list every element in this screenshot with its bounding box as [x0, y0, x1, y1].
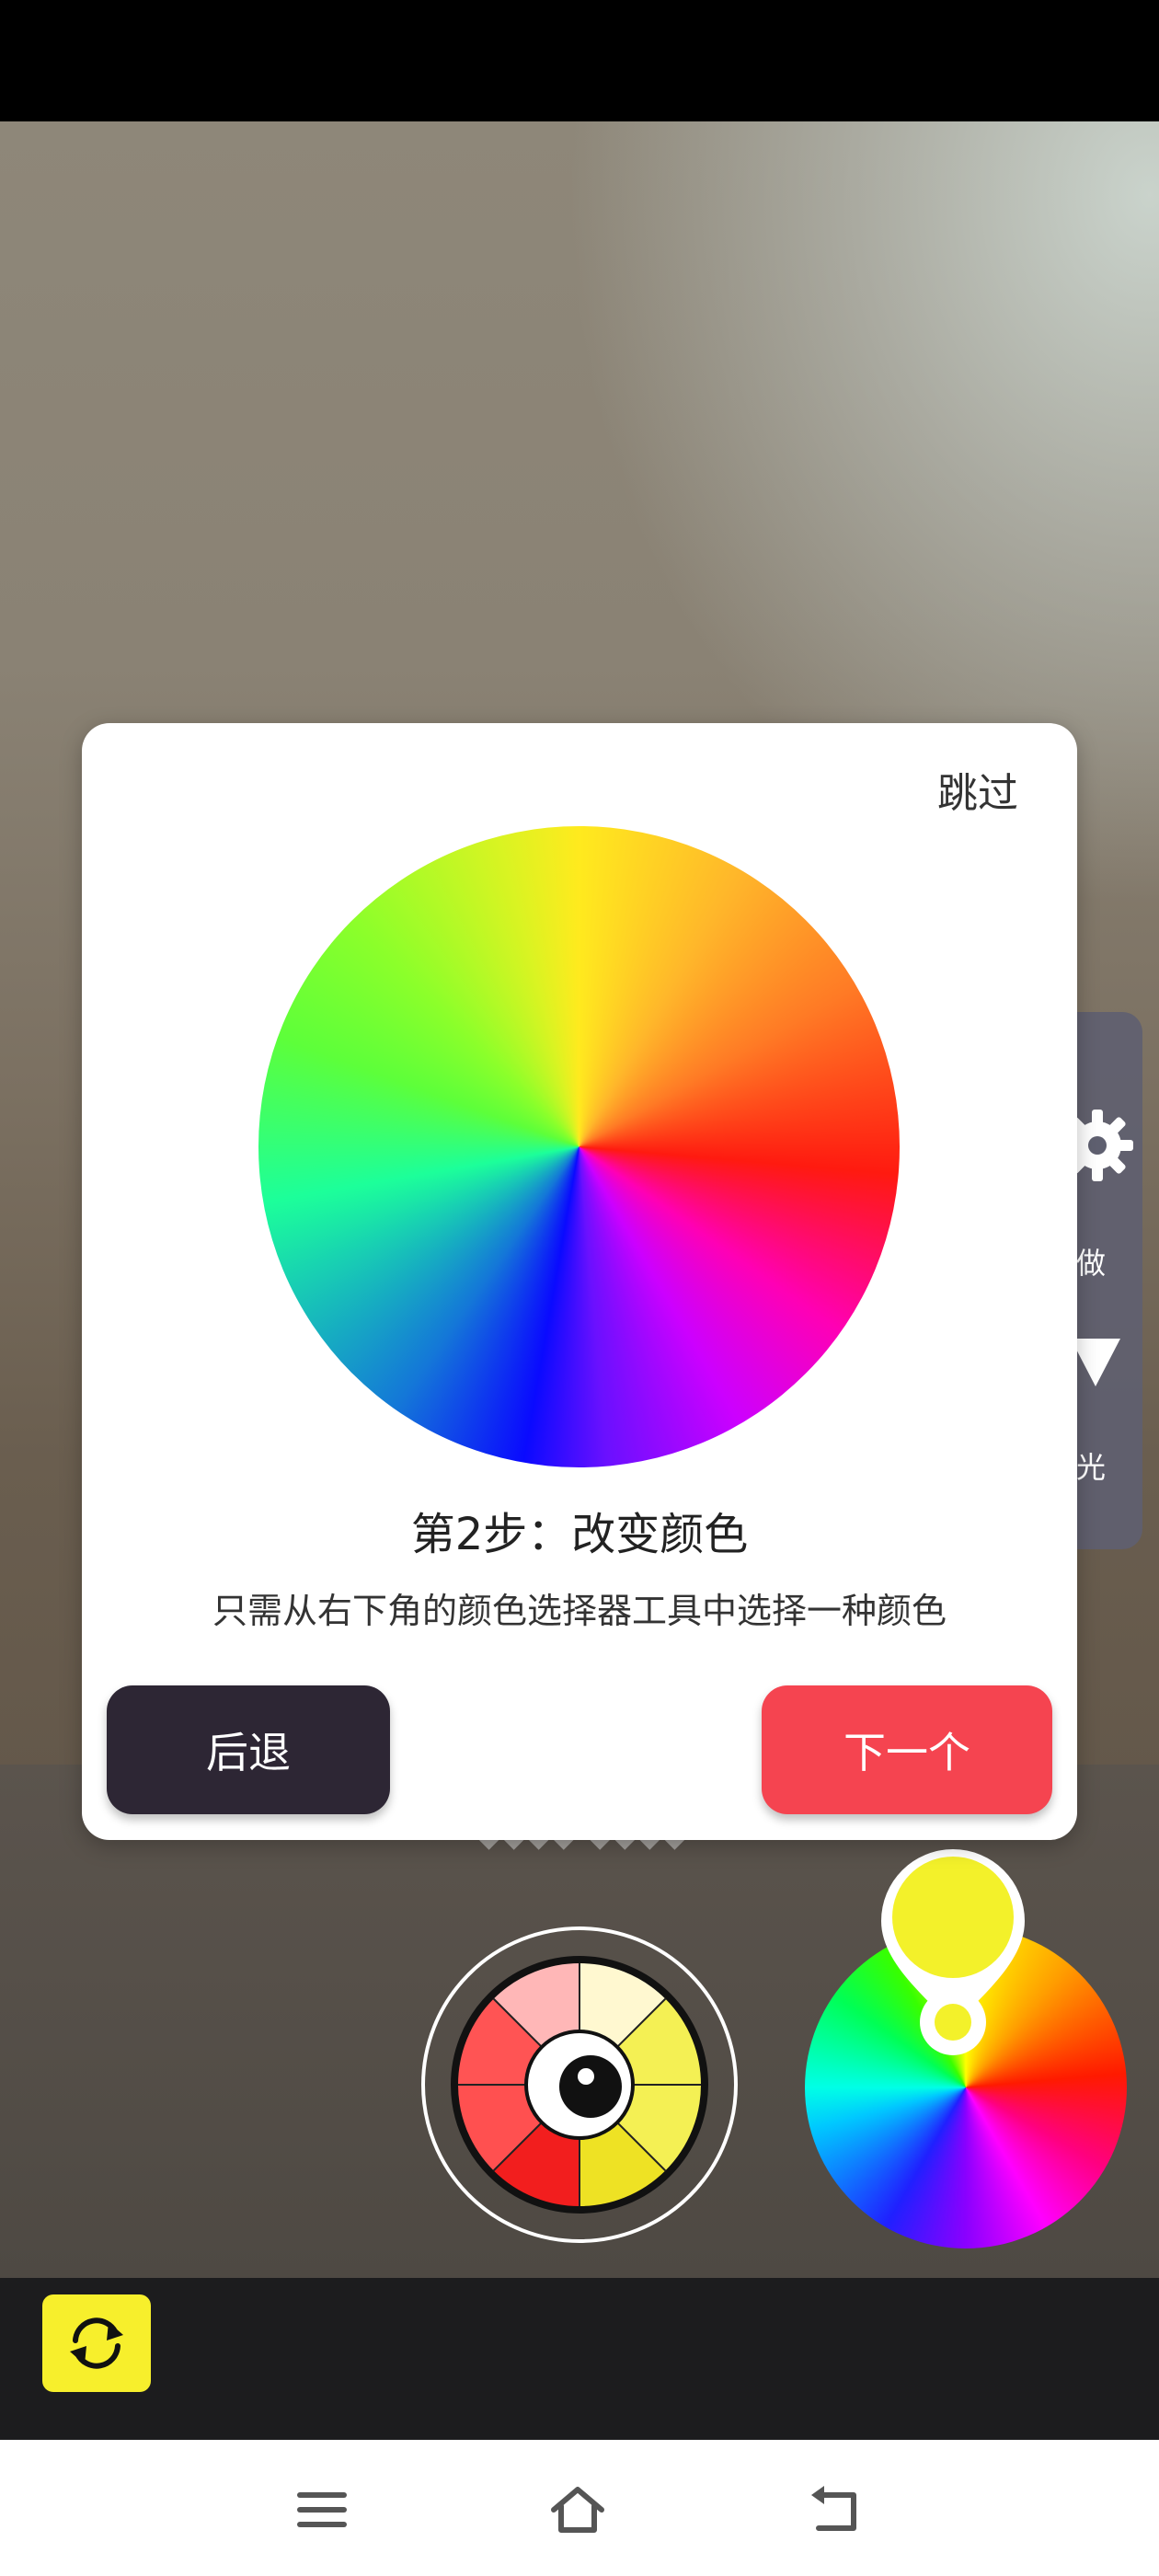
back-button[interactable]: 后退: [107, 1685, 390, 1814]
side-item-label-2[interactable]: 光: [1076, 1444, 1106, 1487]
shutter-button[interactable]: [451, 1956, 708, 2214]
skip-button[interactable]: 跳过: [937, 760, 1018, 819]
eye-pupil: [559, 2055, 622, 2118]
menu-icon[interactable]: [293, 2482, 351, 2537]
eye-glint: [578, 2068, 594, 2085]
camera-flip-icon: [70, 2317, 123, 2369]
selected-color-swatch: [935, 2004, 971, 2041]
back-icon[interactable]: [808, 2482, 866, 2537]
next-button[interactable]: 下一个: [762, 1685, 1052, 1814]
home-icon[interactable]: [548, 2482, 607, 2537]
color-wheel-illustration: [258, 826, 900, 1467]
bottom-toolbar: [0, 2278, 1159, 2440]
side-item-label-1[interactable]: 做: [1076, 1240, 1106, 1282]
tutorial-dialog: 跳过 第2步：改变颜色 只需从右下角的颜色选择器工具中选择一种颜色 后退 下一个: [82, 723, 1077, 1840]
eye-icon: [524, 2030, 635, 2140]
step-title: 第2步：改变颜色: [410, 1509, 749, 1560]
color-picker-handle[interactable]: [920, 1989, 986, 2055]
camera-flip-button[interactable]: [42, 2294, 151, 2392]
step-description: 只需从右下角的颜色选择器工具中选择一种颜色: [212, 1591, 947, 1631]
status-bar: [0, 0, 1159, 121]
